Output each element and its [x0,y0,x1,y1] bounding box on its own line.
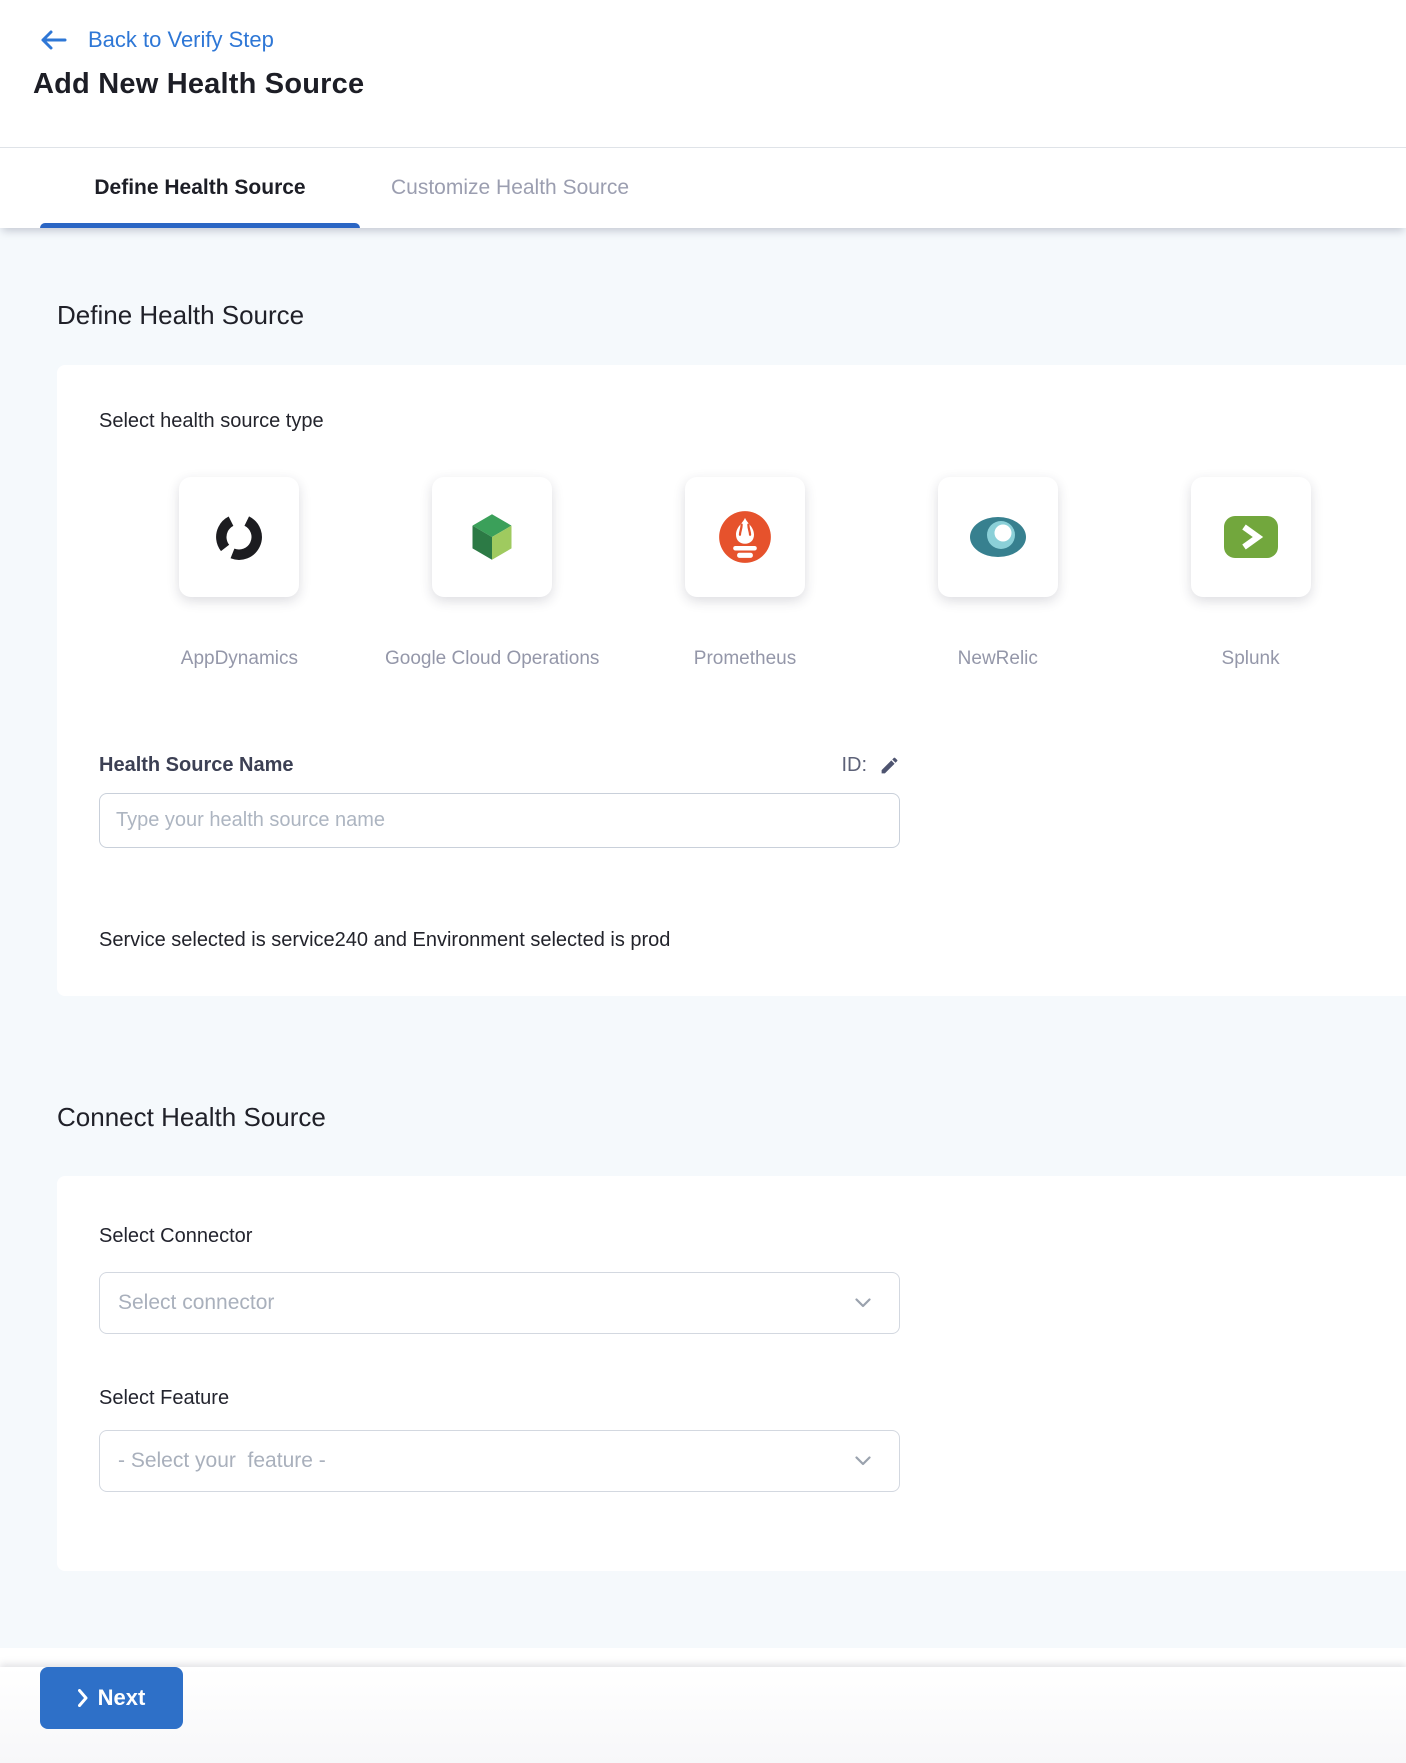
chevron-down-icon [855,1298,871,1308]
connector-select[interactable]: Select connector [99,1272,900,1334]
service-environment-text: Service selected is service240 and Envir… [99,928,1364,952]
main-content: Define Health Source Select health sourc… [0,228,1406,1648]
select-type-label: Select health source type [99,409,1364,433]
next-button-label: Next [98,1685,146,1711]
select-connector-label: Select Connector [99,1224,1364,1248]
page-header: Back to Verify Step Add New Health Sourc… [0,0,1406,148]
active-tab-underline [40,223,360,228]
source-option-newrelic: NewRelic [884,477,1111,671]
source-label: Google Cloud Operations [385,647,599,671]
splunk-tile[interactable] [1191,477,1311,597]
appdynamics-tile[interactable] [179,477,299,597]
connector-select-placeholder: Select connector [118,1291,274,1315]
define-health-source-card: Select health source type AppDynamics [57,365,1406,996]
source-option-splunk: Splunk [1137,477,1364,671]
feature-select-placeholder: - Select your feature - [118,1449,326,1473]
appdynamics-icon [214,512,264,562]
back-arrow-icon [38,28,68,52]
splunk-icon [1224,516,1278,558]
connect-health-source-card: Select Connector Select connector Select… [57,1176,1406,1571]
health-source-name-label: Health Source Name [99,751,294,779]
prometheus-tile[interactable] [685,477,805,597]
google-cloud-operations-icon [466,511,518,563]
select-feature-label: Select Feature [99,1386,1364,1410]
connect-section-heading: Connect Health Source [57,1100,1406,1134]
page-title: Add New Health Source [33,68,1406,101]
id-label: ID: [841,754,867,777]
newrelic-icon [969,515,1027,559]
tab-customize-health-source[interactable]: Customize Health Source [391,176,629,200]
id-group: ID: [841,754,900,777]
health-source-type-row: AppDynamics Google Cloud Operations [126,477,1364,671]
source-option-prometheus: Prometheus [632,477,859,671]
source-option-google-cloud-operations: Google Cloud Operations [379,477,606,671]
edit-id-pencil-icon[interactable] [879,755,900,776]
next-button[interactable]: Next [40,1667,183,1729]
source-label: Splunk [1222,647,1280,671]
tab-define-health-source[interactable]: Define Health Source [40,176,360,200]
source-label: Prometheus [694,647,796,671]
google-cloud-operations-tile[interactable] [432,477,552,597]
source-option-appdynamics: AppDynamics [126,477,353,671]
feature-select[interactable]: - Select your feature - [99,1430,900,1492]
back-to-verify-link[interactable]: Back to Verify Step [0,0,1406,53]
next-chevron-icon [78,1689,88,1707]
source-label: AppDynamics [181,647,298,671]
source-label: NewRelic [958,647,1038,671]
define-section-heading: Define Health Source [57,228,1406,332]
back-link-label[interactable]: Back to Verify Step [88,27,274,53]
newrelic-tile[interactable] [938,477,1058,597]
prometheus-icon [718,510,772,564]
health-source-name-row: Health Source Name ID: [99,751,900,779]
footer-bar: Next [0,1667,1406,1763]
tab-bar: Define Health Source Customize Health So… [0,148,1406,228]
health-source-name-input[interactable] [99,793,900,848]
chevron-down-icon [855,1456,871,1466]
